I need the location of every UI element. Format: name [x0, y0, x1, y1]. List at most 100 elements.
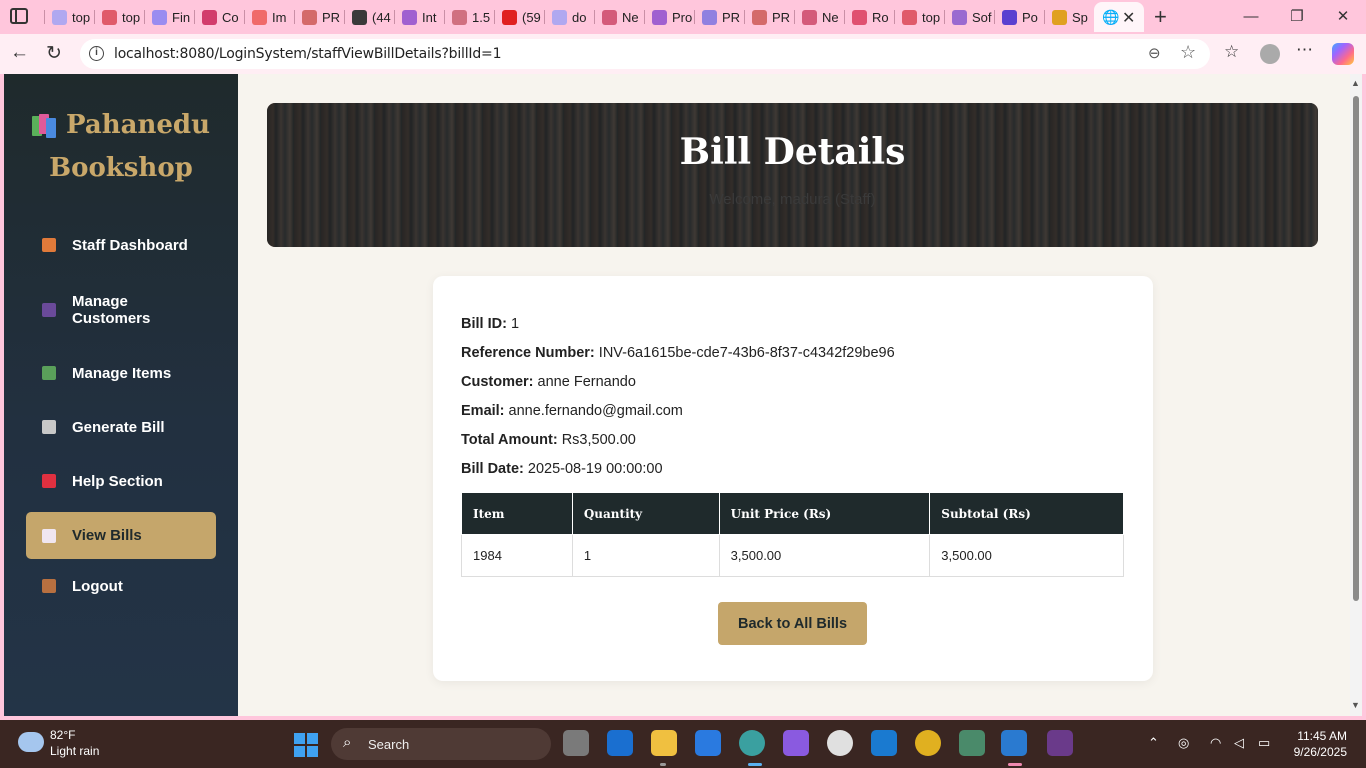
vscode-icon[interactable]	[871, 730, 897, 756]
netbeans-icon[interactable]	[1047, 730, 1073, 756]
zoom-icon[interactable]: ⊖	[1148, 44, 1161, 62]
browser-tab[interactable]: Ne	[594, 2, 644, 32]
sidebar-item-logout[interactable]: Logout	[26, 559, 216, 613]
browser-tab[interactable]: (59	[494, 2, 544, 32]
sidebar-item-staff-dashboard[interactable]: Staff Dashboard	[26, 220, 216, 270]
date-label: Bill Date:	[461, 461, 524, 477]
copilot-app-icon[interactable]	[783, 730, 809, 756]
outlook-icon[interactable]	[607, 730, 633, 756]
sidebar-item-label: Manage Customers	[72, 293, 151, 327]
table-cell: 3,500.00	[718, 534, 931, 577]
app-window-icon[interactable]	[959, 730, 985, 756]
scrollbar-thumb[interactable]	[1353, 96, 1359, 601]
active-browser-tab[interactable]: 🌐	[1094, 2, 1144, 32]
browser-tab[interactable]: Int	[394, 2, 444, 32]
favorite-star-icon[interactable]: ☆	[1180, 42, 1196, 63]
task-view-icon[interactable]	[563, 730, 589, 756]
browser-tab[interactable]: Im	[244, 2, 294, 32]
address-bar[interactable]: i localhost:8080/LoginSystem/staffViewBi…	[80, 39, 1210, 69]
favorites-icon[interactable]: ☆	[1224, 42, 1239, 62]
back-to-all-bills-button[interactable]: Back to All Bills	[718, 602, 867, 645]
tab-title: Int	[422, 9, 437, 25]
browser-tab[interactable]: Pro	[644, 2, 694, 32]
sidebar-item-manage-customers[interactable]: Manage Customers	[26, 274, 216, 346]
scroll-up-arrow-icon[interactable]: ▲	[1351, 78, 1360, 88]
browser-tab[interactable]: Po	[994, 2, 1044, 32]
clock-time[interactable]: 11:45 AM	[1295, 729, 1347, 743]
more-options-icon[interactable]: ⋯	[1296, 40, 1313, 60]
reload-icon[interactable]: ↻	[46, 42, 62, 65]
edge-icon[interactable]	[739, 730, 765, 756]
sidebar-item-view-bills[interactable]: View Bills	[26, 512, 216, 559]
browser-tab[interactable]: PR	[744, 2, 794, 32]
browser-tab[interactable]: (44	[344, 2, 394, 32]
tab-favicon-icon	[102, 9, 117, 25]
tab-favicon-icon	[252, 9, 267, 25]
tab-title: top	[72, 9, 91, 25]
new-tab-button[interactable]: +	[1154, 4, 1167, 30]
search-placeholder: Search	[368, 737, 410, 752]
browser-tab[interactable]: top	[894, 2, 944, 32]
table-cell: 1	[571, 534, 720, 577]
browser-tab[interactable]: Co	[194, 2, 244, 32]
browser-tab[interactable]: do	[544, 2, 594, 32]
browser-tab[interactable]: Sof	[944, 2, 994, 32]
window-controls: — ❐ ✕	[1228, 0, 1366, 32]
sidebar-item-generate-bill[interactable]: Generate Bill	[26, 400, 216, 454]
browser-tab[interactable]: Sp	[1044, 2, 1094, 32]
weather-description[interactable]: Light rain	[50, 744, 99, 758]
restore-button[interactable]: ❐	[1274, 0, 1320, 32]
notepad-icon[interactable]	[1001, 730, 1027, 756]
url-text[interactable]: localhost:8080/LoginSystem/staffViewBill…	[114, 46, 501, 62]
file-explorer-icon[interactable]	[651, 730, 677, 756]
copilot-icon[interactable]	[1332, 43, 1354, 65]
clock-date[interactable]: 9/26/2025	[1286, 745, 1347, 759]
ring-app-icon[interactable]	[827, 730, 853, 756]
scroll-down-arrow-icon[interactable]: ▼	[1351, 700, 1360, 710]
taskbar-search[interactable]: ⌕ Search	[331, 728, 551, 760]
tab-title: Sp	[1072, 9, 1088, 25]
site-info-icon[interactable]: i	[89, 46, 104, 61]
tab-actions-icon[interactable]	[10, 8, 28, 24]
weather-temperature[interactable]: 82°F	[50, 728, 75, 742]
sidebar-item-help-section[interactable]: Help Section	[26, 454, 216, 508]
browser-tab[interactable]: PR	[294, 2, 344, 32]
browser-tab[interactable]: top	[44, 2, 94, 32]
receipt-icon	[42, 420, 56, 434]
minimize-button[interactable]: —	[1228, 0, 1274, 32]
table-row: 1984 1 3,500.00 3,500.00	[461, 534, 1124, 577]
customer-value: anne Fernando	[537, 374, 636, 390]
page-scrollbar[interactable]: ▲ ▼	[1350, 74, 1362, 716]
sidebar-item-label: Help Section	[72, 472, 163, 490]
windows-taskbar: 82°F Light rain ⌕ Search ⌃ ◎ ◠ ◁ ▭ 11:45…	[0, 720, 1366, 768]
windows-start-icon[interactable]	[294, 733, 318, 757]
tab-title: do	[572, 9, 587, 25]
close-tab-icon[interactable]: ✕	[1122, 8, 1135, 28]
show-hidden-icons[interactable]: ⌃	[1148, 735, 1159, 751]
battery-icon[interactable]: ▭	[1258, 735, 1270, 751]
sync-icon[interactable]: ◎	[1178, 735, 1189, 751]
bill-items-table: Item Quantity Unit Price (Rs) Subtotal (…	[461, 492, 1124, 577]
todo-icon[interactable]	[695, 730, 721, 756]
browser-tab[interactable]: top	[94, 2, 144, 32]
email-row: Email: anne.fernando@gmail.com	[461, 401, 895, 430]
tab-title: 1.5	[472, 9, 491, 25]
browser-tab[interactable]: Ro	[844, 2, 894, 32]
wifi-icon[interactable]: ◠	[1210, 735, 1221, 751]
browser-tab[interactable]: Ne	[794, 2, 844, 32]
chrome-icon[interactable]	[915, 730, 941, 756]
tab-favicon-icon	[302, 9, 317, 25]
volume-icon[interactable]: ◁	[1234, 735, 1244, 751]
sidebar-item-manage-items[interactable]: Manage Items	[26, 346, 216, 400]
browser-tab[interactable]: PR	[694, 2, 744, 32]
browser-tab[interactable]: 1.5	[444, 2, 494, 32]
tab-title: Ne	[822, 9, 839, 25]
close-window-button[interactable]: ✕	[1320, 0, 1366, 32]
profile-avatar[interactable]	[1260, 44, 1280, 64]
back-arrow-icon[interactable]: ←	[10, 42, 29, 64]
browser-tab[interactable]: Fin	[144, 2, 194, 32]
tab-title: PR	[722, 9, 741, 25]
tab-favicon-icon	[802, 9, 817, 25]
customer-label: Customer:	[461, 374, 534, 390]
cloud-rain-icon[interactable]	[18, 732, 44, 752]
